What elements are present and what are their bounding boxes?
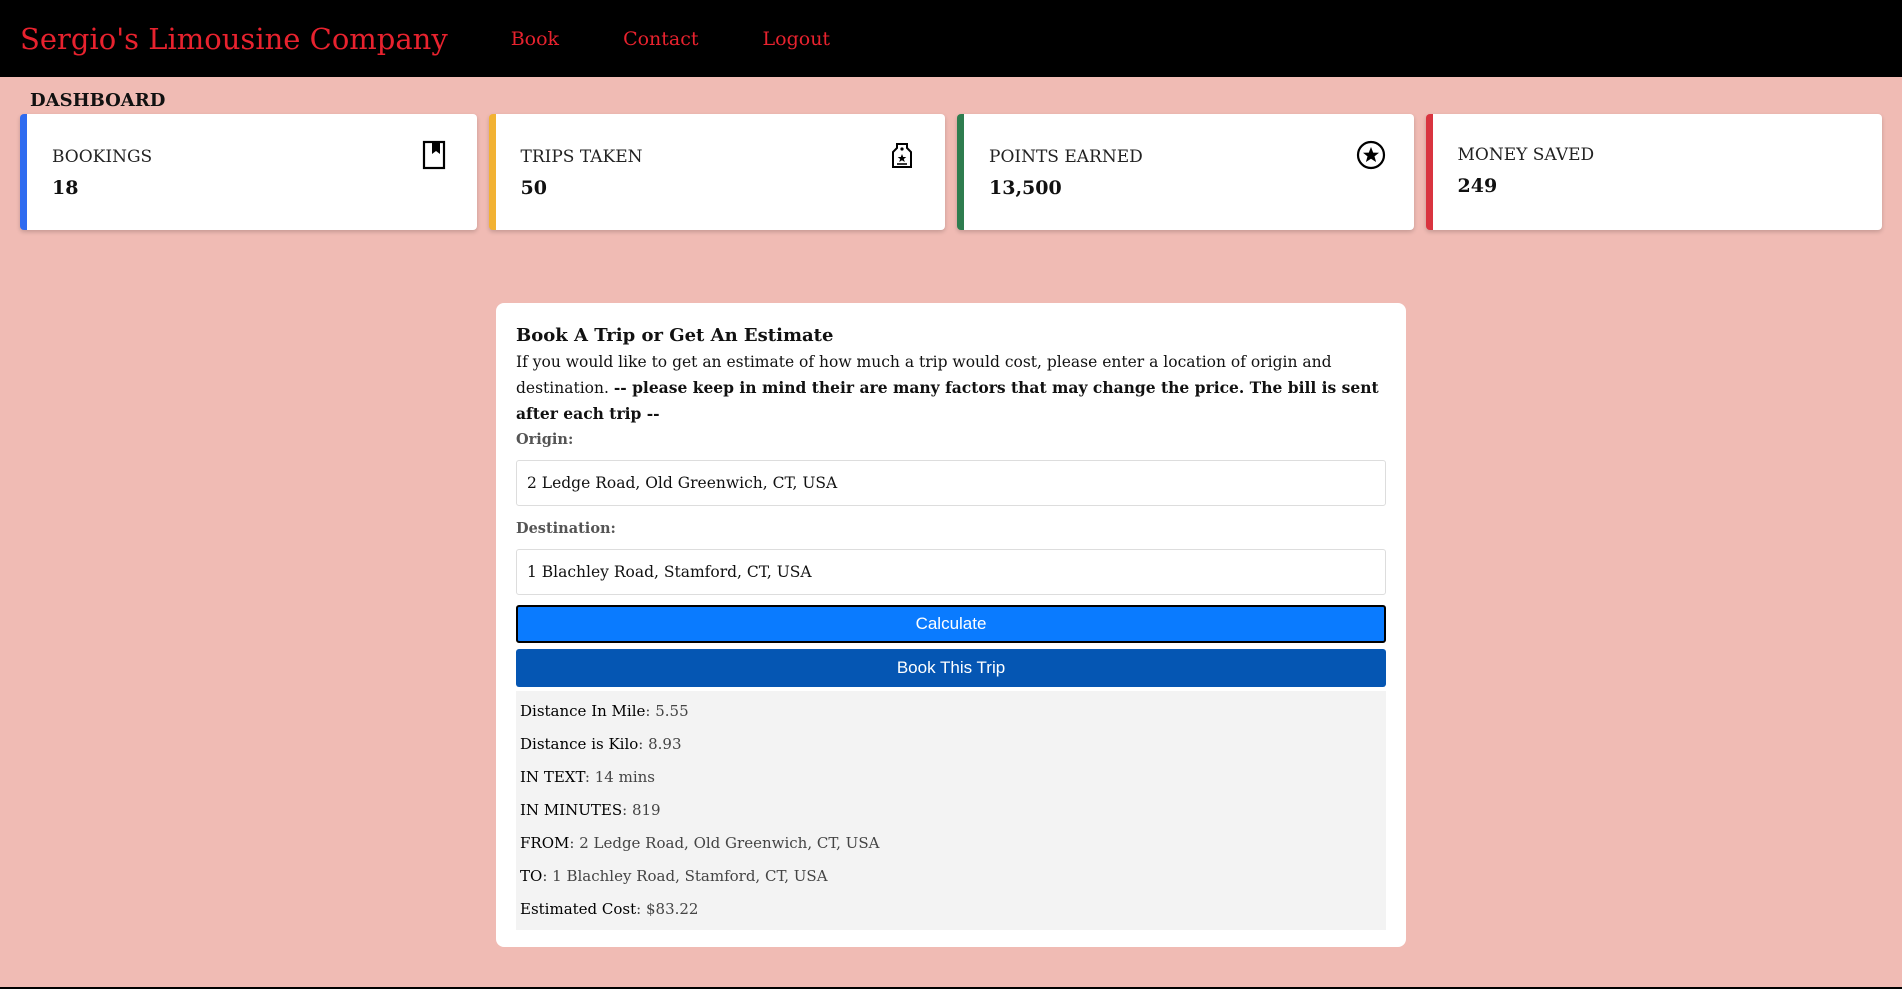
result-row: Estimated Cost: $83.22 [520,900,699,918]
card-value: 13,500 [989,177,1062,199]
booking-description: If you would like to get an estimate of … [516,350,1386,427]
card-bookings: BOOKINGS 18 [20,114,477,230]
result-key: Estimated Cost [520,900,637,918]
result-key: IN TEXT [520,768,585,786]
bookmark-icon [422,140,445,170]
result-row: IN TEXT: 14 mins [520,768,655,786]
stat-cards: BOOKINGS 18 TRIPS TAKEN 50 POINTS EARNED… [0,114,1902,230]
card-label: BOOKINGS [52,147,153,167]
nav-logout-link[interactable]: Logout [763,28,831,50]
card-value: 50 [520,177,547,199]
result-key: IN MINUTES [520,801,623,819]
dashboard-title: DASHBOARD [30,90,166,111]
card-label: MONEY SAVED [1457,145,1595,165]
result-value: $83.22 [645,900,699,918]
nav-book-link[interactable]: Book [511,28,559,50]
card-value: 18 [52,177,79,199]
origin-label: Origin: [516,431,574,448]
luggage-tag-icon [892,143,912,168]
result-value: 14 mins [594,768,655,786]
calculate-button[interactable]: Calculate [516,605,1386,643]
destination-input[interactable]: 1 Blachley Road, Stamford, CT, USA [516,549,1386,595]
result-row: FROM: 2 Ledge Road, Old Greenwich, CT, U… [520,834,880,852]
result-key: FROM [520,834,570,852]
result-row: Distance In Mile: 5.55 [520,702,689,720]
result-value: 8.93 [648,735,682,753]
card-label: POINTS EARNED [989,147,1143,167]
origin-input[interactable]: 2 Ledge Road, Old Greenwich, CT, USA [516,460,1386,506]
price-note: -- please keep in mind their are many fa… [516,378,1379,423]
result-value: 1 Blachley Road, Stamford, CT, USA [552,867,828,885]
star-circle-icon [1356,140,1385,170]
result-value: 5.55 [655,702,689,720]
result-value: 2 Ledge Road, Old Greenwich, CT, USA [579,834,880,852]
brand-logo[interactable]: Sergio's Limousine Company [20,22,448,56]
card-label: TRIPS TAKEN [520,147,643,167]
result-row: TO: 1 Blachley Road, Stamford, CT, USA [520,867,828,885]
result-key: TO [520,867,543,885]
estimate-results: Distance In Mile: 5.55 Distance is Kilo:… [516,691,1386,930]
card-value: 249 [1457,175,1498,197]
card-money-saved: MONEY SAVED 249 [1425,114,1882,230]
result-key: Distance In Mile [520,702,646,720]
nav-contact-link[interactable]: Contact [623,28,698,50]
card-points: POINTS EARNED 13,500 [957,114,1414,230]
result-key: Distance is Kilo [520,735,639,753]
booking-title: Book A Trip or Get An Estimate [516,325,834,346]
card-trips: TRIPS TAKEN 50 [488,114,945,230]
booking-panel: Book A Trip or Get An Estimate If you wo… [496,303,1406,947]
book-trip-button[interactable]: Book This Trip [516,649,1386,687]
destination-label: Destination: [516,520,616,537]
result-row: Distance is Kilo: 8.93 [520,735,682,753]
top-navbar: Sergio's Limousine Company Book Contact … [0,0,1902,77]
result-row: IN MINUTES: 819 [520,801,661,819]
result-value: 819 [631,801,661,819]
